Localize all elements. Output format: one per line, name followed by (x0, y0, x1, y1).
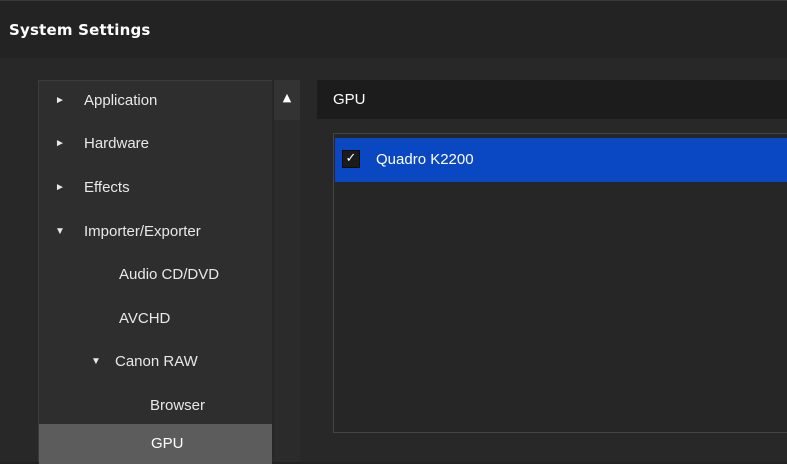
tree-item-browser[interactable]: Browser (39, 386, 272, 426)
tree-item-avchd[interactable]: AVCHD (39, 299, 272, 339)
collapse-arrow-icon[interactable]: ▼ (91, 342, 101, 382)
scrollbar-track[interactable] (274, 120, 300, 462)
expand-arrow-icon[interactable]: ► (55, 124, 65, 164)
tree-item-audio-cd-dvd[interactable]: Audio CD/DVD (39, 255, 272, 295)
tree-item-label: Audio CD/DVD (119, 266, 220, 283)
gpu-list: ✓ Quadro K2200 (333, 133, 787, 433)
expand-arrow-icon[interactable]: ► (55, 168, 65, 208)
tree-item-application[interactable]: ► Application (39, 81, 272, 121)
tree-item-canon-raw[interactable]: ▼ Canon RAW (39, 342, 272, 382)
expand-arrow-icon[interactable]: ► (55, 81, 65, 121)
tree-scrollbar[interactable]: ▲ (273, 80, 300, 462)
checkmark-icon: ✓ (345, 151, 357, 166)
gpu-checkbox[interactable]: ✓ (342, 150, 360, 168)
tree-item-label: GPU (151, 435, 184, 452)
scroll-up-arrow-icon[interactable]: ▲ (274, 80, 300, 120)
window-title: System Settings (9, 21, 151, 39)
collapse-arrow-icon[interactable]: ▼ (55, 212, 65, 252)
tree-item-effects[interactable]: ► Effects (39, 168, 272, 208)
tree-item-gpu[interactable]: GPU (39, 424, 272, 464)
tree-item-importer-exporter[interactable]: ▼ Importer/Exporter (39, 212, 272, 252)
tree-item-label: AVCHD (119, 310, 171, 327)
tree-item-label: Importer/Exporter (84, 223, 201, 240)
window-titlebar: System Settings (0, 0, 787, 58)
tree-item-label: Hardware (84, 135, 150, 152)
gpu-list-item[interactable]: ✓ Quadro K2200 (335, 138, 787, 182)
gpu-name: Quadro K2200 (376, 151, 474, 168)
tree-item-label: Application (84, 92, 158, 109)
pane-header: GPU (317, 80, 787, 119)
tree-item-label: Browser (150, 397, 206, 414)
settings-tree: ► Application ► Hardware ► Effects ▼ Imp… (38, 80, 272, 464)
tree-item-hardware[interactable]: ► Hardware (39, 124, 272, 164)
pane-title: GPU (333, 91, 366, 108)
tree-item-label: Canon RAW (115, 353, 198, 370)
tree-item-label: Effects (84, 179, 130, 196)
